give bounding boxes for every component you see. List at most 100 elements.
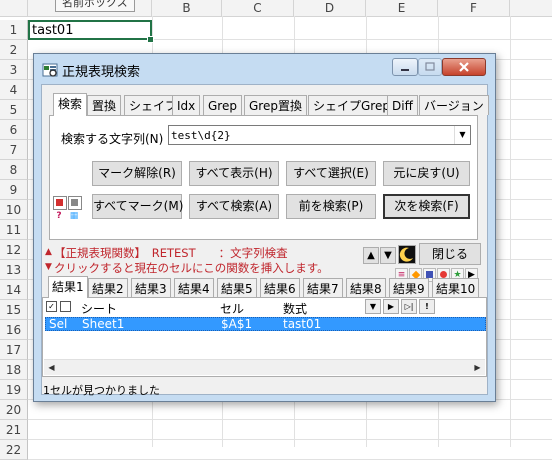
step-icon[interactable]: ▷| (401, 299, 417, 314)
mark-all-button[interactable]: すべてマーク(M) (92, 194, 183, 219)
question-icon[interactable]: ? (53, 210, 65, 222)
select-all-corner[interactable] (0, 0, 28, 16)
row-header-18[interactable]: 18 (0, 360, 28, 380)
regex-function-help[interactable]: ▲ ▼ 【正規表現関数】 RETEST ：文字列検査 クリックすると現在のセルに… (42, 245, 387, 281)
result-tab-7[interactable]: 結果7 (303, 278, 343, 298)
close-icon (459, 62, 469, 72)
result-tab-3[interactable]: 結果3 (131, 278, 171, 298)
result-tab-9[interactable]: 結果9 (389, 278, 429, 298)
dialog-body: 検索 置換 シェイプ Idx Grep Grep置換 シェイプGrep Diff… (41, 84, 489, 397)
tab-replace[interactable]: 置換 (87, 95, 122, 115)
row-header-9[interactable]: 9 (0, 180, 28, 200)
row-header-2[interactable]: 2 (0, 40, 28, 60)
column-header-f[interactable]: F (438, 0, 510, 16)
stop-icon[interactable] (53, 196, 67, 210)
header-formula[interactable]: 数式 (283, 300, 307, 317)
exclaim-icon[interactable]: ! (419, 299, 435, 314)
fill-handle[interactable] (147, 36, 154, 43)
column-header-b[interactable]: B (152, 0, 222, 16)
row-formula: tast01 (283, 317, 322, 331)
dialog-title: 正規表現検索 (62, 65, 141, 80)
result-tab-10[interactable]: 結果10 (432, 278, 480, 298)
tab-search[interactable]: 検索 (53, 93, 88, 116)
horizontal-scrollbar[interactable]: ◀ ▶ (44, 359, 485, 375)
search-prev-button[interactable]: 前を検索(P) (286, 194, 376, 219)
row-header-4[interactable]: 4 (0, 80, 28, 100)
row-header-8[interactable]: 8 (0, 160, 28, 180)
result-tab-4[interactable]: 結果4 (174, 278, 214, 298)
maximize-button[interactable] (418, 58, 442, 76)
header-sheet[interactable]: シート (81, 300, 117, 317)
row-header-14[interactable]: 14 (0, 280, 28, 300)
grid-icon[interactable]: ▦ (68, 210, 80, 222)
result-tab-6[interactable]: 結果6 (260, 278, 300, 298)
namebox-tooltip: 名前ボックス (55, 0, 135, 12)
row-header-19[interactable]: 19 (0, 380, 28, 400)
row-header-22[interactable]: 22 (0, 440, 28, 460)
row-header-21[interactable]: 21 (0, 420, 28, 440)
tab-shape-grep[interactable]: シェイプGrep (308, 95, 395, 115)
scroll-left-icon[interactable]: ◀ (45, 362, 58, 374)
maximize-icon (425, 62, 435, 71)
clear-mark-button[interactable]: マーク解除(R) (92, 161, 182, 186)
gray-square-icon[interactable] (68, 196, 82, 210)
result-tab-1[interactable]: 結果1 (48, 276, 88, 298)
row-header-12[interactable]: 12 (0, 240, 28, 260)
arrow-down-icon[interactable]: ▼ (45, 262, 52, 272)
row-header-3[interactable]: 3 (0, 60, 28, 80)
show-all-button[interactable]: すべて表示(H) (189, 161, 279, 186)
header-cell[interactable]: セル (220, 300, 244, 317)
row-header-1[interactable]: 1 (0, 20, 28, 40)
close-button[interactable]: 閉じる (419, 243, 481, 265)
moon-icon-shape (399, 247, 413, 262)
row-header-17[interactable]: 17 (0, 340, 28, 360)
column-header-e[interactable]: E (366, 0, 438, 16)
title-bar[interactable]: 正規表現検索 (34, 54, 495, 84)
column-header-d[interactable]: D (294, 0, 366, 16)
arrow-up-icon[interactable]: ▲ (45, 247, 52, 257)
row-header-6[interactable]: 6 (0, 120, 28, 140)
results-list[interactable]: ✓ シート セル 数式 ▼ ▶ ▷| ! Sel Sheet1 $A$1 tas… (42, 297, 487, 377)
row-header-20[interactable]: 20 (0, 400, 28, 420)
result-tab-2[interactable]: 結果2 (88, 278, 128, 298)
row-header-11[interactable]: 11 (0, 220, 28, 240)
search-input[interactable] (171, 127, 451, 143)
result-tab-5[interactable]: 結果5 (217, 278, 257, 298)
row-header-13[interactable]: 13 (0, 260, 28, 280)
row-header-7[interactable]: 7 (0, 140, 28, 160)
select-all-button[interactable]: すべて選択(E) (286, 161, 376, 186)
grid-line (28, 419, 552, 420)
row-header-16[interactable]: 16 (0, 320, 28, 340)
tab-idx[interactable]: Idx (172, 95, 201, 115)
tab-diff[interactable]: Diff (387, 95, 418, 115)
search-next-button[interactable]: 次を検索(F) (383, 194, 470, 219)
tab-version[interactable]: バージョン (419, 95, 489, 115)
row-sel: Sel (49, 317, 68, 331)
moon-icon[interactable] (398, 245, 416, 264)
row-header-15[interactable]: 15 (0, 300, 28, 320)
window-close-button[interactable] (442, 58, 486, 76)
chevron-down-icon[interactable]: ▼ (454, 126, 470, 144)
scroll-up-button[interactable]: ▲ (363, 247, 379, 264)
tab-grep[interactable]: Grep (203, 95, 242, 115)
uncheck-all-icon[interactable] (60, 301, 71, 312)
row-header-10[interactable]: 10 (0, 200, 28, 220)
triangle-up-icon: ▲ (367, 250, 375, 261)
restore-button[interactable]: 元に戻す(U) (383, 161, 470, 186)
table-row[interactable]: Sel Sheet1 $A$1 tast01 (45, 317, 486, 331)
search-string-combobox[interactable]: ▼ (168, 125, 471, 145)
tab-grep-replace[interactable]: Grep置換 (244, 95, 307, 115)
filter-icon[interactable]: ▼ (365, 299, 381, 314)
scroll-down-button[interactable]: ▼ (380, 247, 396, 264)
result-tab-8[interactable]: 結果8 (346, 278, 386, 298)
column-header-g[interactable] (510, 0, 552, 16)
check-all-icon[interactable]: ✓ (46, 301, 57, 312)
mode-icons: ? ▦ (53, 196, 83, 226)
cell-a1[interactable]: tast01 (28, 20, 152, 40)
play-icon[interactable]: ▶ (383, 299, 399, 314)
scroll-right-icon[interactable]: ▶ (471, 362, 484, 374)
search-all-button[interactable]: すべて検索(A) (189, 194, 279, 219)
row-header-5[interactable]: 5 (0, 100, 28, 120)
minimize-button[interactable] (392, 58, 418, 76)
column-header-c[interactable]: C (222, 0, 294, 16)
